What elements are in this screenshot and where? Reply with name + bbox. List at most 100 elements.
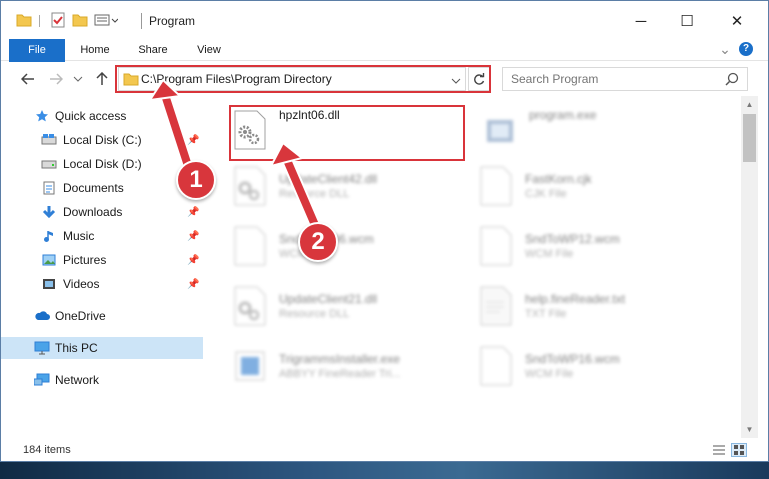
folder-icon[interactable] [15, 11, 33, 29]
item-count: 184 items [23, 444, 71, 456]
sidebar-item-pictures[interactable]: Pictures 📌 [1, 249, 203, 271]
text-file-icon [479, 286, 515, 326]
explorer-window: Program ─ ☐ ✕ File Home Share View ⌄ ? C… [0, 0, 769, 462]
exe-icon [483, 110, 519, 150]
sidebar-item-music[interactable]: Music 📌 [1, 225, 203, 247]
file-item-sndtowp06[interactable]: SndToWP06.wcm WCM File [233, 220, 473, 272]
blank-file-icon [479, 346, 515, 386]
file-type: CJK File [525, 188, 567, 200]
installer-icon [233, 346, 269, 386]
search-box[interactable] [502, 67, 748, 91]
file-item-updateclient21[interactable]: UpdateClient21.dll Resource DLL [233, 280, 473, 332]
scroll-thumb[interactable] [743, 114, 756, 162]
file-name: SndToWP16.wcm [525, 352, 620, 366]
forward-arrow-icon[interactable] [47, 70, 65, 88]
recent-locations-icon[interactable] [71, 70, 85, 88]
sidebar-item-documents[interactable]: Documents 📌 [1, 177, 203, 199]
star-icon [34, 108, 50, 124]
sidebar-item-label: Quick access [55, 109, 127, 123]
file-type: WCM File [525, 368, 574, 380]
pin-icon[interactable]: 📌 [187, 135, 199, 146]
tab-share[interactable]: Share [129, 39, 177, 61]
drive-icon [41, 156, 57, 172]
file-name: UpdateClient42.dll [279, 172, 378, 186]
sidebar-item-local-disk-d[interactable]: Local Disk (D:) [1, 153, 203, 175]
search-icon[interactable] [725, 72, 739, 89]
desktop-background [0, 462, 769, 479]
file-item-sndtowp16[interactable]: SndToWP16.wcm WCM File [479, 340, 719, 392]
sidebar-item-quick-access[interactable]: Quick access [1, 105, 203, 127]
sidebar-item-label: Local Disk (D:) [63, 157, 142, 171]
maximize-button[interactable]: ☐ [664, 7, 710, 35]
drive-icon [41, 132, 57, 148]
tab-home[interactable]: Home [71, 39, 119, 61]
details-view-icon[interactable] [711, 443, 727, 457]
file-name: SndToWP12.wcm [525, 232, 620, 246]
cloud-icon [34, 308, 50, 324]
file-name: FastKorn.cjk [525, 172, 592, 186]
file-type: Resource DLL [279, 308, 350, 320]
pin-icon[interactable]: 📌 [187, 207, 199, 218]
sidebar-item-label: Music [63, 229, 95, 243]
sidebar-item-this-pc[interactable]: This PC [1, 337, 203, 359]
file-item-help-txt[interactable]: help.fineReader.txt TXT File [479, 280, 719, 332]
pin-icon[interactable]: 📌 [187, 231, 199, 242]
pin-icon[interactable]: 📌 [187, 255, 199, 266]
download-icon [41, 204, 57, 220]
videos-icon [41, 276, 57, 292]
sidebar-item-label: Local Disk (C:) [63, 133, 142, 147]
new-folder-icon[interactable] [71, 11, 89, 29]
file-name: help.fineReader.txt [525, 292, 626, 306]
properties-icon[interactable] [49, 11, 67, 29]
scroll-up-icon[interactable]: ▲ [741, 96, 758, 113]
blank-file-icon [233, 226, 269, 266]
up-arrow-icon[interactable] [93, 70, 111, 88]
customize-icon[interactable] [93, 11, 119, 29]
ribbon-tabs: File Home Share View ⌄ ? [1, 39, 768, 91]
documents-icon [41, 180, 57, 196]
sidebar-item-label: Downloads [63, 205, 123, 219]
file-type: Resource DLL [279, 188, 350, 200]
sidebar-item-local-disk-c[interactable]: Local Disk (C:) 📌 [1, 129, 203, 151]
file-name: TrigrammsInstaller.exe [279, 352, 400, 366]
file-name: UpdateClient21.dll [279, 292, 378, 306]
back-arrow-icon[interactable] [19, 70, 37, 88]
file-item-updateclient42[interactable]: UpdateClient42.dll Resource DLL [233, 160, 473, 212]
file-highlight-box [229, 105, 465, 161]
sidebar-item-label: This PC [55, 341, 98, 355]
step-1-badge: 1 [176, 160, 216, 200]
pin-icon[interactable]: 📌 [187, 279, 199, 290]
sidebar-item-network[interactable]: Network [1, 369, 203, 391]
sidebar-item-videos[interactable]: Videos 📌 [1, 273, 203, 295]
file-item-fastkorn[interactable]: FastKorn.cjk CJK File [479, 160, 719, 212]
search-input[interactable] [511, 72, 721, 86]
scroll-down-icon[interactable]: ▼ [741, 421, 758, 438]
sidebar-item-downloads[interactable]: Downloads 📌 [1, 201, 203, 223]
blank-file-icon [479, 226, 515, 266]
sidebar-item-onedrive[interactable]: OneDrive [1, 305, 203, 327]
address-highlight-box [115, 65, 491, 93]
dll-gear-icon [233, 166, 269, 206]
large-icons-view-icon[interactable] [731, 443, 747, 457]
network-icon [34, 372, 50, 388]
navigation-bar: C:\Program Files\Program Directory [1, 62, 768, 95]
tab-view[interactable]: View [187, 39, 231, 61]
blank-file-icon [479, 166, 515, 206]
qa-divider [39, 15, 40, 27]
file-item-trigramms-installer[interactable]: TrigrammsInstaller.exe ABBYY FineReader … [233, 340, 473, 392]
file-type: TXT File [525, 308, 567, 320]
file-item-program-exe[interactable]: program.exe [483, 104, 723, 156]
pictures-icon [41, 252, 57, 268]
vertical-scrollbar[interactable]: ▲ ▼ [741, 96, 758, 438]
step-2-badge: 2 [298, 222, 338, 262]
ribbon-expand-icon[interactable]: ⌄ [717, 41, 733, 57]
close-button[interactable]: ✕ [714, 7, 760, 35]
file-name: program.exe [529, 108, 597, 122]
title-divider [141, 13, 142, 29]
minimize-button[interactable]: ─ [618, 7, 664, 35]
title-bar: Program ─ ☐ ✕ [1, 1, 768, 39]
navigation-pane: Quick access Local Disk (C:) 📌 Local Dis… [1, 96, 207, 438]
file-item-sndtowp12[interactable]: SndToWP12.wcm WCM File [479, 220, 719, 272]
file-type: WCM File [525, 248, 574, 260]
help-icon[interactable]: ? [739, 42, 753, 56]
